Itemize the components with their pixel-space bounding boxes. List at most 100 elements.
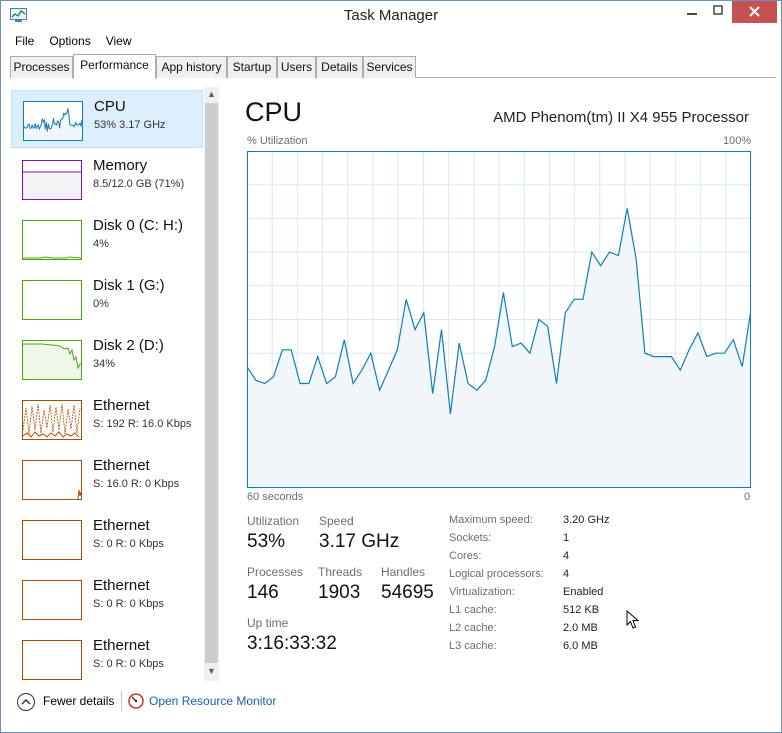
stat-value: 146	[247, 582, 279, 603]
stat-value: 54695	[381, 582, 434, 603]
page-title: CPU	[245, 97, 303, 127]
spec-value: 4	[563, 550, 570, 562]
resource-ethernet-1[interactable]: Ethernet S: 192 R: 16.0 Kbps	[11, 390, 203, 448]
menu-options[interactable]: Options	[39, 32, 95, 48]
maximize-icon	[713, 5, 723, 15]
tab-performance[interactable]: Performance	[73, 54, 156, 79]
resource-ethernet-3[interactable]: Ethernet S: 0 R: 0 Kbps	[11, 510, 203, 568]
menu-view[interactable]: View	[96, 32, 137, 48]
spec-value: 512 KB	[563, 604, 600, 616]
stat-label: Speed	[319, 514, 354, 528]
stat-label: Handles	[381, 565, 426, 579]
fewer-details-chevron-up-icon[interactable]	[17, 693, 35, 711]
stat-label: Up time	[247, 616, 289, 630]
spec-label: Logical processors:	[449, 568, 544, 580]
stat-value: 1903	[318, 582, 361, 603]
graph-max-label: 100%	[723, 135, 752, 147]
spec-value: 1	[563, 532, 570, 544]
tab-details[interactable]: Details	[316, 56, 363, 78]
stat-value: 3:16:33:32	[247, 633, 337, 654]
resource-name: Ethernet	[93, 517, 150, 534]
resource-detail: S: 192 R: 16.0 Kbps	[93, 418, 192, 430]
menu-file[interactable]: File	[5, 32, 39, 48]
spec-label: Cores:	[449, 550, 482, 562]
resource-list: CPU 53% 3.17 GHz Memory 8.5/12.0 GB (71%…	[11, 87, 205, 681]
resource-detail: S: 16.0 R: 0 Kbps	[93, 478, 180, 490]
resource-name: Ethernet	[93, 637, 150, 654]
handles-stat: Handles 54695	[381, 565, 434, 604]
spec-label: L1 cache:	[449, 604, 497, 616]
tab-strip: Processes Performance App history Startu…	[10, 54, 776, 79]
fewer-details-link[interactable]: Fewer details	[43, 694, 114, 708]
spec-label: L3 cache:	[449, 640, 497, 652]
ethernet-3-thumbnail-graph	[22, 520, 82, 560]
resource-detail: 8.5/12.0 GB (71%)	[93, 178, 185, 190]
resource-name: CPU	[94, 98, 126, 115]
spec-value: 3.20 GHz	[563, 514, 610, 526]
tab-startup[interactable]: Startup	[227, 56, 277, 78]
threads-stat: Threads 1903	[318, 565, 362, 604]
resource-monitor-icon	[128, 693, 144, 709]
graph-zero-label: 0	[744, 491, 751, 503]
cpu-thumbnail-graph	[23, 101, 83, 141]
resource-list-scrollbar[interactable]: ▲ ▼	[204, 87, 219, 681]
graph-time-label: 60 seconds	[247, 491, 304, 503]
spec-label: Virtualization:	[449, 586, 515, 598]
spec-label: Maximum speed:	[449, 514, 533, 526]
disk-2-thumbnail-graph	[22, 340, 82, 380]
title-bar: Task Manager	[1, 1, 781, 31]
spec-value: 2.0 MB	[563, 622, 598, 634]
resource-detail: S: 0 R: 0 Kbps	[93, 598, 164, 610]
maximize-button[interactable]	[705, 1, 731, 23]
close-icon	[749, 6, 760, 17]
resource-ethernet-5[interactable]: Ethernet S: 0 R: 0 Kbps	[11, 630, 203, 681]
tab-app-history[interactable]: App history	[156, 56, 227, 78]
task-manager-window: Task Manager File Options View Processes P…	[0, 0, 782, 733]
resource-disk-2[interactable]: Disk 2 (D:) 34%	[11, 330, 203, 388]
disk-1-thumbnail-graph	[22, 280, 82, 320]
spec-label: L2 cache:	[449, 622, 497, 634]
resource-name: Disk 0 (C: H:)	[93, 217, 183, 234]
spec-value: Enabled	[563, 586, 604, 598]
stat-label: Utilization	[247, 514, 300, 528]
minimize-button[interactable]	[679, 1, 705, 23]
resource-ethernet-2[interactable]: Ethernet S: 16.0 R: 0 Kbps	[11, 450, 203, 508]
ethernet-5-thumbnail-graph	[22, 640, 82, 680]
uptime-stat: Up time 3:16:33:32	[247, 616, 337, 655]
resource-detail: S: 0 R: 0 Kbps	[93, 538, 164, 550]
stat-value: 3.17 GHz	[319, 531, 400, 552]
memory-thumbnail-graph	[22, 160, 82, 200]
open-resource-monitor-link[interactable]: Open Resource Monitor	[149, 694, 276, 708]
spec-label: Sockets:	[449, 532, 492, 544]
mouse-pointer-icon	[626, 610, 640, 629]
resource-name: Ethernet	[93, 397, 150, 414]
divider	[121, 691, 122, 711]
stat-label: Threads	[318, 565, 363, 579]
resource-disk-0[interactable]: Disk 0 (C: H:) 4%	[11, 210, 203, 268]
ethernet-2-thumbnail-graph	[22, 460, 82, 500]
close-button[interactable]	[732, 1, 777, 23]
resource-memory[interactable]: Memory 8.5/12.0 GB (71%)	[11, 150, 203, 208]
tab-processes[interactable]: Processes	[10, 56, 73, 78]
resource-name: Memory	[93, 157, 148, 174]
scroll-up-icon[interactable]: ▲	[204, 87, 219, 102]
resource-detail: 34%	[93, 358, 116, 370]
tab-services[interactable]: Services	[363, 56, 416, 78]
tab-users[interactable]: Users	[277, 56, 316, 78]
resource-cpu[interactable]: CPU 53% 3.17 GHz	[11, 90, 203, 148]
scrollbar-thumb[interactable]	[205, 103, 218, 663]
resource-detail: 53% 3.17 GHz	[94, 119, 166, 131]
resource-name: Ethernet	[93, 457, 150, 474]
resource-detail: 0%	[93, 298, 109, 310]
cpu-model-name: AMD Phenom(tm) II X4 955 Processor	[493, 109, 749, 126]
menu-bar: File Options View	[5, 32, 137, 52]
graph-y-label: % Utilization	[247, 135, 308, 147]
ethernet-1-thumbnail-graph	[22, 400, 82, 440]
resource-disk-1[interactable]: Disk 1 (G:) 0%	[11, 270, 203, 328]
minimize-icon	[687, 13, 697, 15]
resource-name: Ethernet	[93, 577, 150, 594]
scroll-down-icon[interactable]: ▼	[204, 664, 219, 679]
spec-value: 6.0 MB	[563, 640, 598, 652]
speed-stat: Speed 3.17 GHz	[319, 514, 399, 553]
resource-ethernet-4[interactable]: Ethernet S: 0 R: 0 Kbps	[11, 570, 203, 628]
